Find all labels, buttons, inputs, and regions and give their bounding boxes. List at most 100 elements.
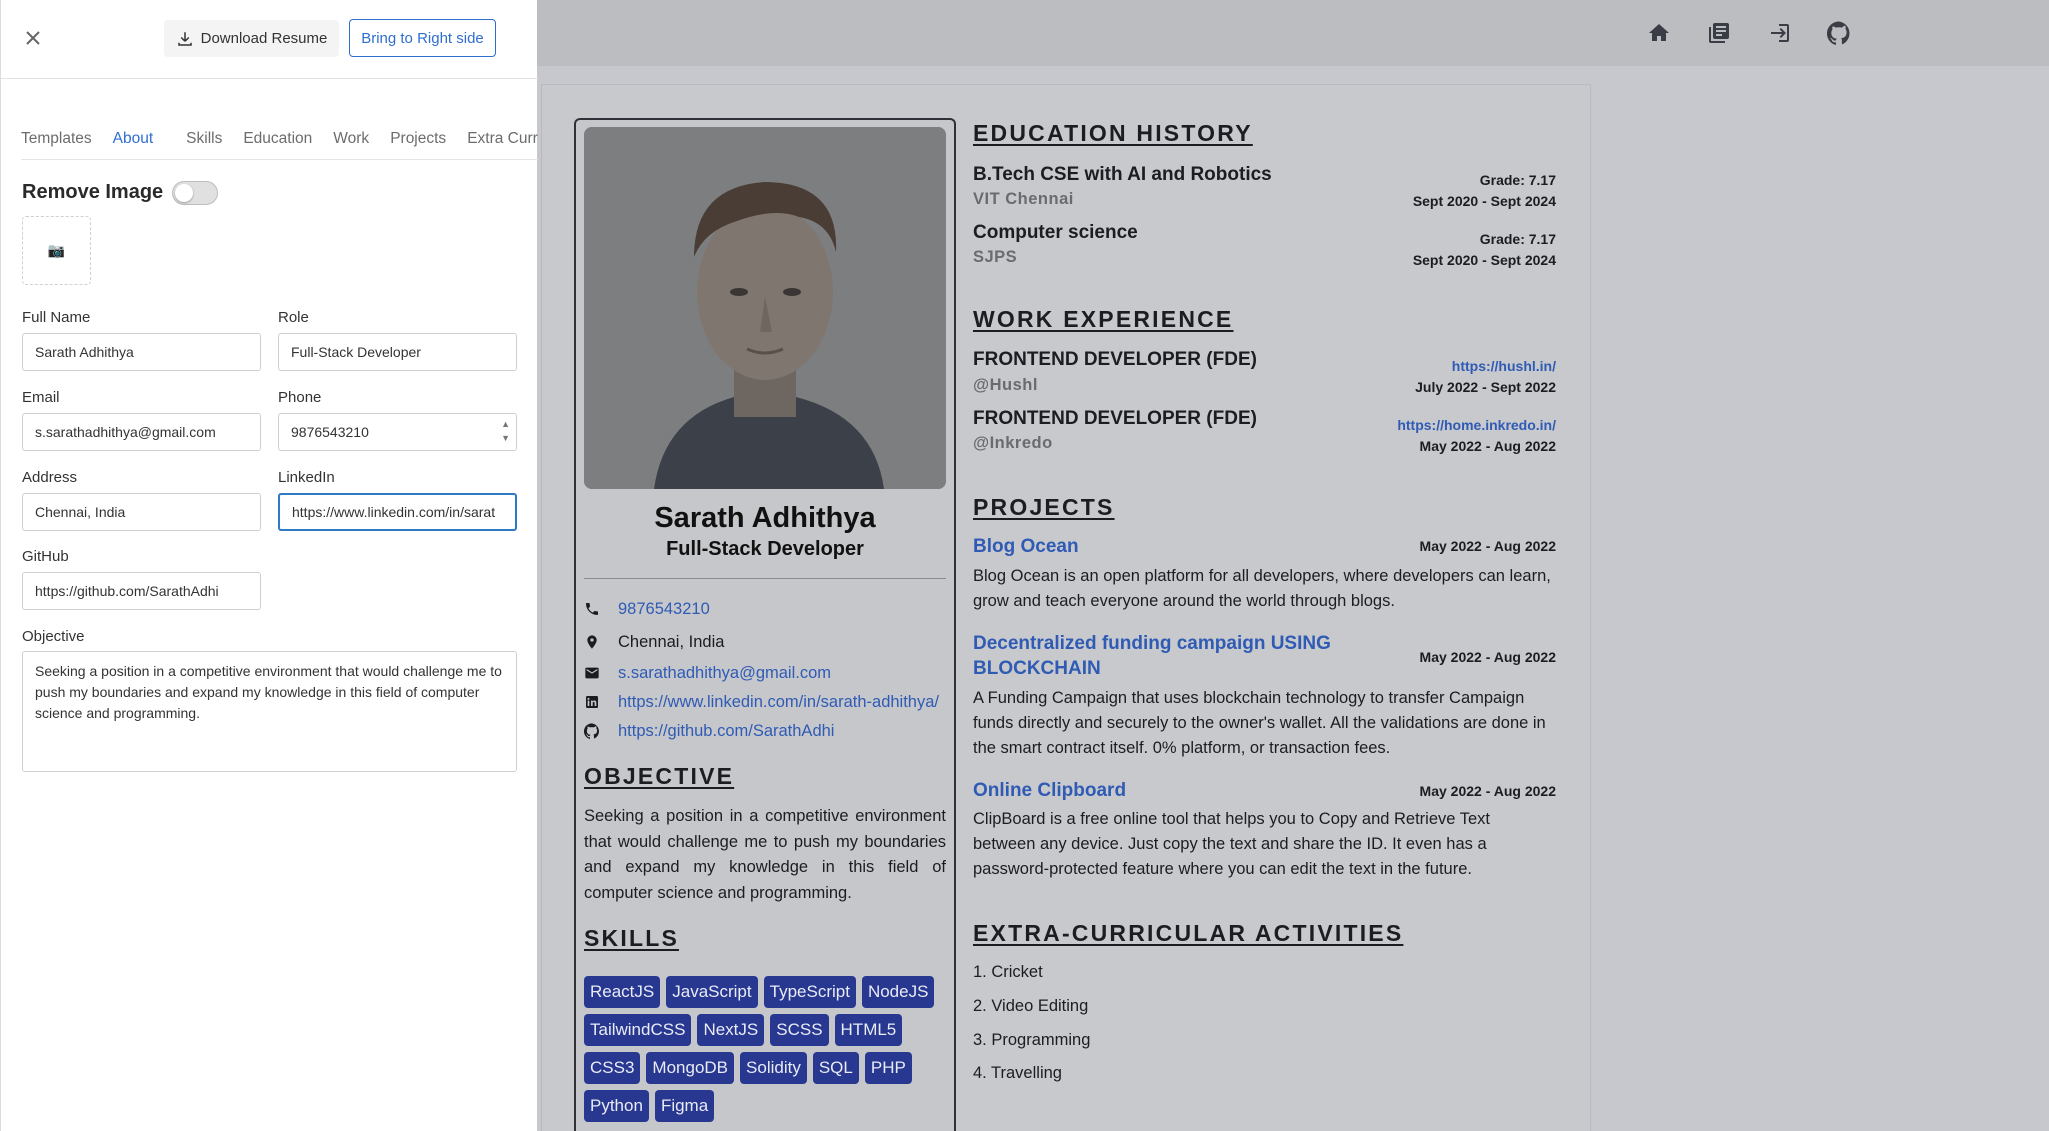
project-title-line: Decentralized funding campaign USING — [973, 633, 1331, 654]
contact-email-text: s.sarathadhithya@gmail.com — [618, 663, 832, 682]
image-upload-box[interactable]: 📷 — [22, 216, 91, 285]
contact-address-text: Chennai, India — [618, 632, 725, 651]
work-company: @Inkredo — [973, 434, 1053, 452]
full-name-label: Full Name — [22, 309, 91, 326]
linkedin-input[interactable]: https://www.linkedin.com/in/sarat — [278, 493, 517, 531]
download-resume-label: Download Resume — [200, 30, 328, 47]
login-icon[interactable] — [1765, 20, 1793, 46]
close-icon[interactable] — [23, 28, 43, 48]
skills-heading: SKILLS — [584, 925, 679, 951]
work-url[interactable]: https://hushl.in/ — [1452, 358, 1556, 374]
project-title[interactable]: Decentralized funding campaign USING BLO… — [973, 631, 1331, 681]
skill-badge: ReactJS — [584, 976, 661, 1008]
contact-address: Chennai, India — [584, 631, 724, 653]
remove-image-toggle[interactable] — [172, 181, 218, 205]
tab-about[interactable]: About — [101, 118, 166, 159]
contact-linkedin[interactable]: https://www.linkedin.com/in/sarath-adhit… — [584, 691, 939, 713]
editor-drawer: Download Resume Bring to Right side Temp… — [0, 0, 538, 1131]
contact-phone[interactable]: 9876543210 — [584, 598, 710, 620]
objective-heading: OBJECTIVE — [584, 763, 735, 789]
skills-list: ReactJS JavaScript TypeScript NodeJS Tai… — [584, 976, 950, 1122]
phone-stepper[interactable]: ▲ ▼ — [501, 417, 510, 445]
resume-name: Sarath Adhithya — [654, 502, 876, 534]
work-title: FRONTEND DEVELOPER (FDE) — [973, 349, 1257, 370]
tab-education[interactable]: Education — [243, 118, 312, 159]
role-input[interactable]: Full-Stack Developer — [278, 333, 517, 371]
project-dates: May 2022 - Aug 2022 — [1419, 538, 1556, 554]
education-school: SJPS — [973, 248, 1018, 266]
linkedin-label: LinkedIn — [278, 469, 335, 486]
contact-github-text: https://github.com/SarathAdhi — [618, 721, 835, 740]
extra-heading: EXTRA-CURRICULAR ACTIVITIES — [973, 920, 1404, 946]
address-label: Address — [22, 469, 78, 486]
education-grade: Grade: 7.17 — [1479, 231, 1556, 247]
projects-heading: PROJECTS — [973, 494, 1115, 520]
skill-badge: Solidity — [740, 1052, 807, 1084]
email-input[interactable]: s.sarathadhithya@gmail.com — [22, 413, 261, 451]
remove-image-label: Remove Image — [22, 181, 164, 203]
tab-projects[interactable]: Projects — [390, 118, 446, 159]
work-url[interactable]: https://home.inkredo.in/ — [1397, 417, 1556, 433]
project-dates: May 2022 - Aug 2022 — [1419, 783, 1556, 799]
education-grade: Grade: 7.17 — [1479, 172, 1556, 188]
skill-badge: MongoDB — [646, 1052, 735, 1084]
phone-input[interactable]: 9876543210 ▲ ▼ — [278, 413, 517, 451]
work-heading: WORK EXPERIENCE — [973, 306, 1234, 332]
objective-textarea[interactable]: Seeking a position in a competitive envi… — [22, 651, 517, 772]
project-title[interactable]: Blog Ocean — [973, 534, 1079, 559]
work-title: FRONTEND DEVELOPER (FDE) — [973, 408, 1257, 429]
download-icon — [177, 31, 192, 46]
skill-badge: NextJS — [697, 1014, 765, 1046]
skill-badge: SQL — [812, 1052, 859, 1084]
divider — [584, 578, 946, 579]
activity-item: 4. Travelling — [973, 1064, 1062, 1082]
education-school: VIT Chennai — [973, 190, 1074, 208]
linkedin-icon — [584, 694, 600, 710]
camera-icon: 📷 — [47, 242, 66, 258]
tab-skills[interactable]: Skills — [186, 118, 222, 159]
contact-email[interactable]: s.sarathadhithya@gmail.com — [584, 662, 831, 684]
project-dates: May 2022 - Aug 2022 — [1419, 649, 1556, 665]
skill-badge: CSS3 — [584, 1052, 641, 1084]
skill-badge: TailwindCSS — [584, 1014, 692, 1046]
project-title[interactable]: Online Clipboard — [973, 778, 1126, 803]
activity-item: 2. Video Editing — [973, 997, 1089, 1015]
education-degree: Computer science — [973, 222, 1138, 243]
tab-templates[interactable]: Templates — [21, 118, 92, 159]
editor-tabs: Templates About Skills Education Work Project… — [21, 118, 538, 160]
work-dates: May 2022 - Aug 2022 — [1419, 438, 1556, 454]
education-dates: Sept 2020 - Sept 2024 — [1412, 193, 1556, 209]
profile-photo — [584, 127, 946, 489]
home-icon[interactable] — [1645, 20, 1673, 46]
github-input[interactable]: https://github.com/SarathAdhi — [22, 572, 261, 610]
address-input[interactable]: Chennai, India — [22, 493, 261, 531]
github-icon[interactable] — [1825, 20, 1853, 46]
education-heading: EDUCATION HISTORY — [973, 120, 1253, 146]
contact-github[interactable]: https://github.com/SarathAdhi — [584, 720, 834, 742]
work-company: @Hushl — [973, 376, 1038, 394]
contact-phone-text: 9876543210 — [618, 599, 710, 618]
project-title-line: BLOCKCHAIN — [973, 658, 1101, 679]
skill-badge: TypeScript — [763, 976, 856, 1008]
project-desc: ClipBoard is a free online tool that hel… — [973, 810, 1490, 878]
skill-badge: NodeJS — [861, 976, 935, 1008]
email-label: Email — [22, 389, 60, 406]
skill-badge: SCSS — [770, 1014, 829, 1046]
full-name-input[interactable]: Sarath Adhithya — [22, 333, 261, 371]
work-dates: July 2022 - Sept 2022 — [1415, 379, 1556, 395]
download-resume-button[interactable]: Download Resume — [164, 20, 339, 57]
phone-icon — [584, 601, 600, 617]
contact-linkedin-text: https://www.linkedin.com/in/sarath-adhit… — [618, 692, 939, 711]
skill-badge: Python — [584, 1090, 649, 1122]
project-desc: Blog Ocean is an open platform for all d… — [973, 567, 1551, 610]
docs-icon[interactable] — [1705, 20, 1733, 46]
objective-label: Objective — [22, 628, 85, 645]
tab-extra-curricular[interactable]: Extra Curricular — [467, 118, 538, 159]
skill-badge: JavaScript — [666, 976, 758, 1008]
project-desc: A Funding Campaign that uses blockchain … — [973, 689, 1546, 757]
mail-icon — [584, 665, 600, 681]
tab-work[interactable]: Work — [333, 118, 369, 159]
bring-to-right-button[interactable]: Bring to Right side — [349, 19, 496, 57]
github-icon — [584, 723, 600, 739]
skill-badge: PHP — [864, 1052, 912, 1084]
